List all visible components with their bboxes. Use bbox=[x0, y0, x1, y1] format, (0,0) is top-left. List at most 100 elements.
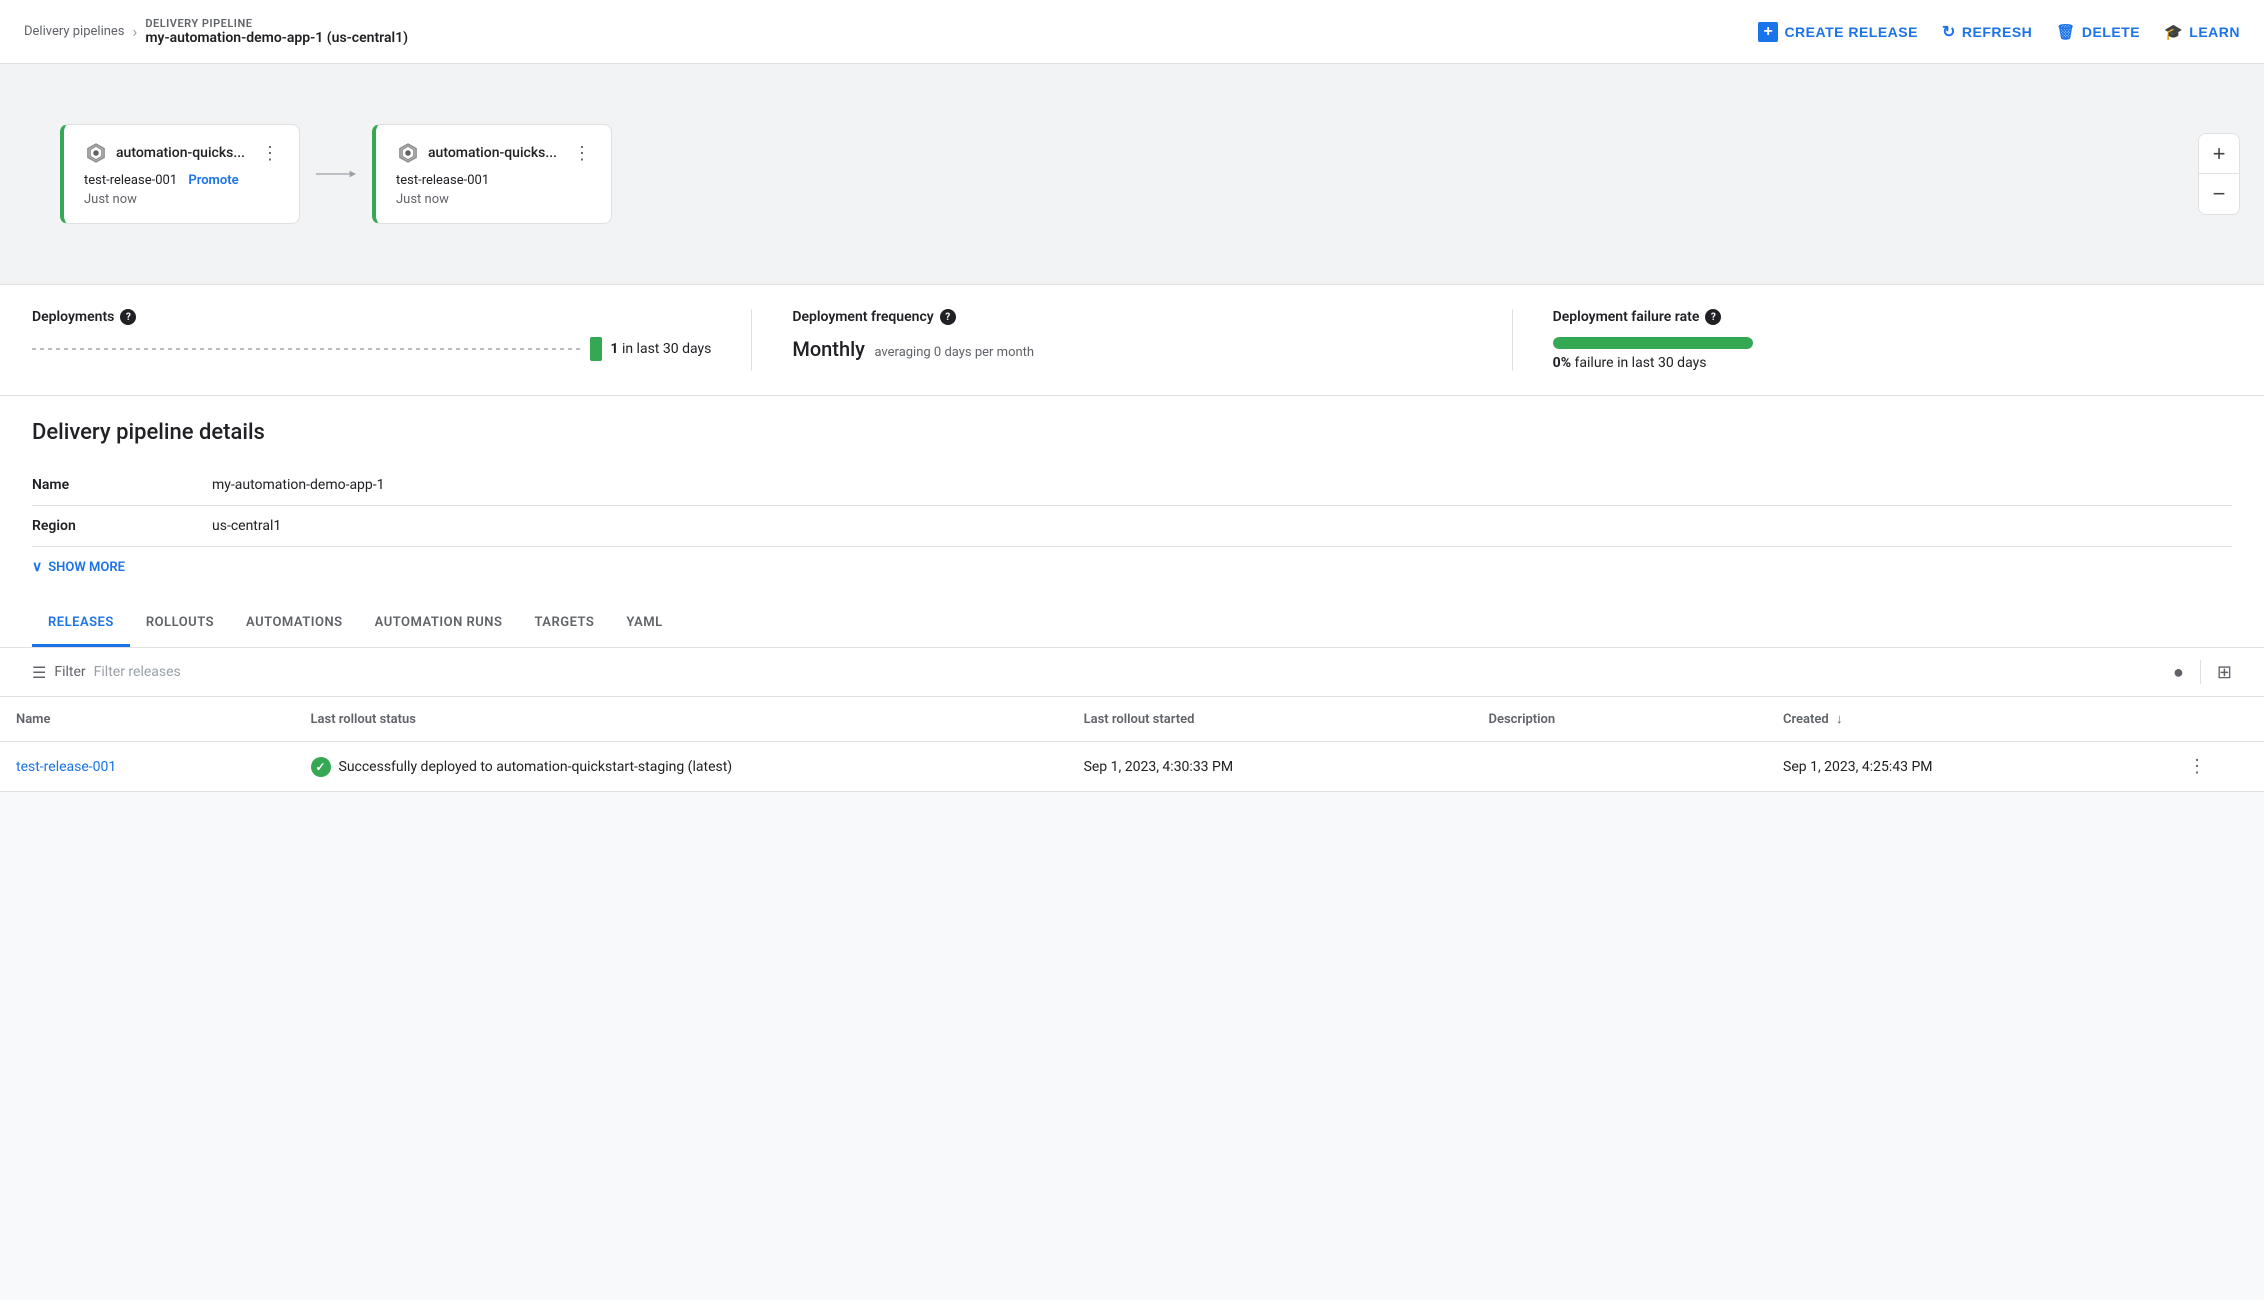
delete-icon: 🗑 bbox=[2056, 23, 2076, 41]
deployments-count: 1 in last 30 days bbox=[610, 341, 711, 357]
release-link[interactable]: test-release-001 bbox=[16, 759, 116, 775]
release-started-cell: Sep 1, 2023, 4:30:33 PM bbox=[1068, 742, 1473, 792]
stat-frequency: Deployment frequency ? Monthly averaging… bbox=[752, 309, 1512, 371]
breadcrumb-current: DELIVERY PIPELINE my-automation-demo-app… bbox=[145, 17, 408, 46]
refresh-label: REFRESH bbox=[1962, 24, 2032, 40]
th-action bbox=[2172, 697, 2264, 742]
show-more-label: SHOW MORE bbox=[48, 560, 125, 575]
failure-bar-fill bbox=[1553, 337, 1753, 349]
deployments-bar: 1 in last 30 days bbox=[32, 337, 711, 361]
promote-link-0[interactable]: Promote bbox=[188, 173, 238, 188]
th-created[interactable]: Created ↓ bbox=[1767, 697, 2172, 742]
create-release-label: CREATE RELEASE bbox=[1784, 24, 1918, 40]
topbar-actions: + CREATE RELEASE ↻ REFRESH 🗑 DELETE 🎓 LE… bbox=[1758, 22, 2240, 42]
tab-releases[interactable]: RELEASES bbox=[32, 599, 130, 647]
zoom-in-button[interactable]: + bbox=[2199, 134, 2239, 174]
tab-automations[interactable]: AUTOMATIONS bbox=[230, 599, 359, 647]
filter-input-placeholder[interactable]: Filter releases bbox=[94, 664, 181, 680]
release-created-cell: Sep 1, 2023, 4:25:43 PM bbox=[1767, 742, 2172, 792]
delete-button[interactable]: 🗑 DELETE bbox=[2056, 23, 2140, 41]
plus-icon: + bbox=[1758, 22, 1778, 42]
frequency-main: Monthly bbox=[792, 337, 865, 361]
tab-yaml[interactable]: YAML bbox=[610, 599, 678, 647]
failure-help-icon[interactable]: ? bbox=[1705, 309, 1721, 325]
filter-help-icon[interactable]: ● bbox=[2173, 662, 2184, 683]
pipeline-node-0: automation-quicks... ⋮ test-release-001 … bbox=[60, 124, 300, 224]
topbar: Delivery pipelines › DELIVERY PIPELINE m… bbox=[0, 0, 2264, 64]
node-title-1: automation-quicks... bbox=[428, 145, 557, 161]
success-check-icon: ✓ bbox=[311, 757, 331, 777]
pipeline-nodes: automation-quicks... ⋮ test-release-001 … bbox=[60, 124, 612, 224]
node-title-row-0: automation-quicks... bbox=[84, 141, 245, 165]
table-header-row: Name Last rollout status Last rollout st… bbox=[0, 697, 2264, 742]
breadcrumb-link[interactable]: Delivery pipelines bbox=[24, 24, 125, 39]
release-status-cell: ✓ Successfully deployed to automation-qu… bbox=[295, 742, 1068, 792]
filter-icon: ☰ bbox=[32, 663, 46, 682]
detail-label-region: Region bbox=[32, 506, 212, 547]
detail-value-name: my-automation-demo-app-1 bbox=[212, 465, 2232, 506]
zoom-out-button[interactable]: − bbox=[2199, 174, 2239, 214]
gke-icon-1 bbox=[396, 141, 420, 165]
breadcrumb-separator: › bbox=[133, 22, 138, 41]
node-title-row-1: automation-quicks... bbox=[396, 141, 557, 165]
bar-solid bbox=[590, 337, 602, 361]
details-section: Delivery pipeline details Name my-automa… bbox=[0, 396, 2264, 599]
node-release-id-0: test-release-001 bbox=[84, 173, 177, 188]
release-name-cell: test-release-001 bbox=[0, 742, 295, 792]
pipeline-canvas: automation-quicks... ⋮ test-release-001 … bbox=[0, 64, 2264, 284]
table-row: test-release-001 ✓ Successfully deployed… bbox=[0, 742, 2264, 792]
zoom-controls: + − bbox=[2198, 133, 2240, 215]
frequency-help-icon[interactable]: ? bbox=[940, 309, 956, 325]
status-text: Successfully deployed to automation-quic… bbox=[339, 759, 733, 775]
details-title: Delivery pipeline details bbox=[32, 420, 2232, 445]
details-table: Name my-automation-demo-app-1 Region us-… bbox=[32, 465, 2232, 547]
node-release-1: test-release-001 bbox=[396, 173, 591, 188]
th-status: Last rollout status bbox=[295, 697, 1068, 742]
stat-deployments: Deployments ? 1 in last 30 days bbox=[32, 309, 752, 371]
node-title-0: automation-quicks... bbox=[116, 145, 245, 161]
show-more-button[interactable]: ∨ SHOW MORE bbox=[32, 559, 2232, 575]
create-release-button[interactable]: + CREATE RELEASE bbox=[1758, 22, 1918, 42]
tab-targets[interactable]: TARGETS bbox=[518, 599, 610, 647]
gke-icon-0 bbox=[84, 141, 108, 165]
filter-left: ☰ Filter Filter releases bbox=[32, 663, 181, 682]
stat-deployments-label: Deployments ? bbox=[32, 309, 711, 325]
node-time-1: Just now bbox=[396, 192, 591, 207]
detail-row-region: Region us-central1 bbox=[32, 506, 2232, 547]
frequency-value: Monthly averaging 0 days per month bbox=[792, 337, 1471, 361]
bar-dotted bbox=[32, 348, 582, 350]
row-menu-icon[interactable]: ⋮ bbox=[2188, 756, 2206, 777]
breadcrumb-current-sub: my-automation-demo-app-1 (us-central1) bbox=[145, 30, 408, 46]
sort-arrow-icon: ↓ bbox=[1836, 712, 1843, 727]
detail-label-name: Name bbox=[32, 465, 212, 506]
breadcrumb-current-label: DELIVERY PIPELINE bbox=[145, 17, 408, 30]
stats-row: Deployments ? 1 in last 30 days Deployme… bbox=[0, 284, 2264, 396]
node-menu-1[interactable]: ⋮ bbox=[573, 143, 591, 164]
refresh-icon: ↻ bbox=[1942, 22, 1956, 42]
breadcrumb: Delivery pipelines › DELIVERY PIPELINE m… bbox=[24, 17, 1742, 46]
node-header-0: automation-quicks... ⋮ bbox=[84, 141, 279, 165]
chevron-down-icon: ∨ bbox=[32, 559, 42, 575]
filter-label: Filter bbox=[54, 664, 85, 680]
releases-table: Name Last rollout status Last rollout st… bbox=[0, 697, 2264, 792]
tab-rollouts[interactable]: ROLLOUTS bbox=[130, 599, 230, 647]
refresh-button[interactable]: ↻ REFRESH bbox=[1942, 22, 2032, 42]
learn-label: LEARN bbox=[2189, 24, 2240, 40]
failure-bar-wrap bbox=[1553, 337, 1753, 349]
column-settings-icon[interactable]: ⊞ bbox=[2217, 662, 2232, 683]
th-description: Description bbox=[1473, 697, 1768, 742]
status-success: ✓ Successfully deployed to automation-qu… bbox=[311, 757, 1052, 777]
filter-divider bbox=[2200, 660, 2201, 684]
release-description-cell bbox=[1473, 742, 1768, 792]
th-name: Name bbox=[0, 697, 295, 742]
tabs-bar: RELEASES ROLLOUTS AUTOMATIONS AUTOMATION… bbox=[0, 599, 2264, 648]
stat-frequency-label: Deployment frequency ? bbox=[792, 309, 1471, 325]
learn-button[interactable]: 🎓 LEARN bbox=[2164, 23, 2240, 41]
pipeline-node-1: automation-quicks... ⋮ test-release-001 … bbox=[372, 124, 612, 224]
delete-label: DELETE bbox=[2082, 24, 2140, 40]
deployments-help-icon[interactable]: ? bbox=[120, 309, 136, 325]
node-menu-0[interactable]: ⋮ bbox=[261, 143, 279, 164]
filter-right: ● ⊞ bbox=[2173, 660, 2232, 684]
frequency-sub: averaging 0 days per month bbox=[874, 345, 1034, 360]
tab-automation-runs[interactable]: AUTOMATION RUNS bbox=[359, 599, 519, 647]
